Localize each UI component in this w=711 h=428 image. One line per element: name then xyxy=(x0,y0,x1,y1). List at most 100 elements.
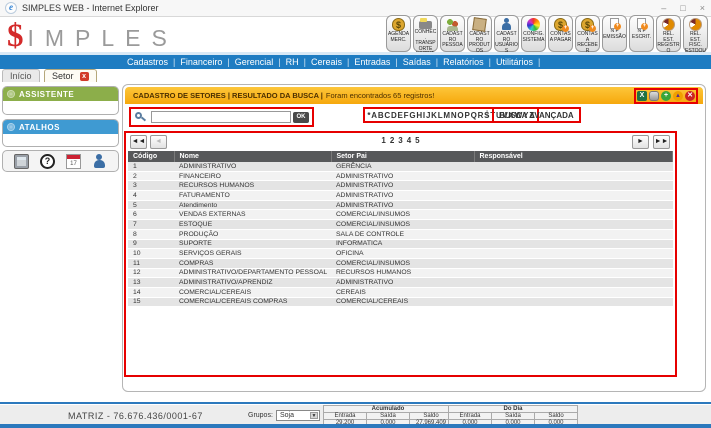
people-icon xyxy=(446,18,459,31)
column-header: Código xyxy=(128,151,174,162)
document-plus-icon: + xyxy=(610,18,619,29)
assistente-header[interactable]: ASSISTENTE xyxy=(3,87,118,101)
printer-icon[interactable] xyxy=(649,91,659,101)
moneybag-plus-icon: $+ xyxy=(554,18,567,31)
add-icon[interactable]: + xyxy=(661,91,671,101)
table-row[interactable]: 9SUPORTEINFORMATICA xyxy=(128,239,673,249)
toolbar-button-10[interactable]: +N F ESCRIT. xyxy=(629,15,654,52)
menu-item-cadastros[interactable]: Cadastros xyxy=(127,57,168,67)
menu-item-relatorios[interactable]: Relatórios xyxy=(443,57,484,67)
cell-setor-pai: RECURSOS HUMANOS xyxy=(331,268,474,278)
cell-responsavel xyxy=(474,258,673,268)
toolbar-button-9[interactable]: +N F EMISSÃO xyxy=(602,15,627,52)
cell-setor-pai: ADMINISTRATIVO xyxy=(331,171,474,181)
close-icon[interactable]: ✕ xyxy=(685,91,695,101)
table-row[interactable]: 15COMERCIAL/CEREAIS COMPRASCOMERCIAL/CER… xyxy=(128,297,673,307)
acum-header: Entrada xyxy=(324,413,367,420)
table-row[interactable]: 10SERVIÇOS GERAISOFICINA xyxy=(128,249,673,259)
toolbar-button-1[interactable]: $AGENDA MERC. xyxy=(386,15,411,52)
status-bar: MATRIZ - 76.676.436/0001-67 Grupos: Soja… xyxy=(0,404,711,425)
table-row[interactable]: 12ADMINISTRATIVO/DEPARTAMENTO PESSOALREC… xyxy=(128,268,673,278)
table-row[interactable]: 14COMERCIAL/CEREAISCEREAIS xyxy=(128,287,673,297)
alphabet-letter[interactable]: G xyxy=(409,111,416,120)
menu-item-entradas[interactable]: Entradas xyxy=(354,57,390,67)
table-row[interactable]: 11COMPRASCOMERCIAL/INSUMOS xyxy=(128,258,673,268)
table-row[interactable]: 3RECURSOS HUMANOSADMINISTRATIVO xyxy=(128,181,673,191)
cell-responsavel xyxy=(474,278,673,288)
statusbar-bottom-border xyxy=(0,424,711,428)
cell-setor-pai: CEREAIS xyxy=(331,287,474,297)
search-ok-button[interactable]: OK xyxy=(293,112,309,123)
toolbar-button-11[interactable]: REL. EST. REGISTRO INVENTÁRIO xyxy=(656,15,681,52)
table-row[interactable]: 5AtendimentoADMINISTRATIVO xyxy=(128,200,673,210)
cell-responsavel xyxy=(474,268,673,278)
minimize-button[interactable]: – xyxy=(661,3,666,13)
pagination-page-4[interactable]: 4 xyxy=(407,136,411,145)
toolbar-button-3[interactable]: CADASTRO PESSOA xyxy=(440,15,465,52)
alphabet-letter[interactable]: Q xyxy=(470,111,477,120)
pagination-page-3[interactable]: 3 xyxy=(398,136,402,145)
grupos-select[interactable]: Soja ▼ xyxy=(276,410,320,421)
pagination-page-5[interactable]: 5 xyxy=(415,136,419,145)
up-icon[interactable]: ▲ xyxy=(673,91,683,101)
help-icon[interactable]: ? xyxy=(40,154,55,169)
search-icon xyxy=(134,111,147,124)
search-input[interactable] xyxy=(151,111,291,123)
pagination-next-button[interactable]: ► xyxy=(632,135,649,149)
plus-badge-icon: + xyxy=(641,23,648,30)
alphabet-letter[interactable]: M xyxy=(443,111,450,120)
toolbar-button-6[interactable]: CONFIG. SISTEMA xyxy=(521,15,546,52)
alphabet-letter[interactable]: O xyxy=(457,111,464,120)
menu-item-utilitarios[interactable]: Utilitários xyxy=(496,57,533,67)
cell-nome: SUPORTE xyxy=(174,239,331,249)
excel-export-icon[interactable]: X xyxy=(637,91,647,101)
close-button[interactable]: × xyxy=(700,3,705,13)
tab-inicio[interactable]: Início xyxy=(2,69,40,82)
menu-item-cereais[interactable]: Cereais xyxy=(311,57,342,67)
assistente-panel: ASSISTENTE xyxy=(2,86,119,115)
table-row[interactable]: 4FATURAMENTOADMINISTRATIVO xyxy=(128,191,673,201)
table-row[interactable]: 6VENDAS EXTERNASCOMERCIAL/INSUMOS xyxy=(128,210,673,220)
atalhos-label: ATALHOS xyxy=(19,123,60,132)
tab-close-icon[interactable]: x xyxy=(80,72,89,81)
cell-responsavel xyxy=(474,181,673,191)
table-row[interactable]: 7ESTOQUECOMERCIAL/INSUMOS xyxy=(128,220,673,230)
cell-setor-pai: GERÊNCIA xyxy=(331,162,474,171)
maximize-button[interactable]: □ xyxy=(680,3,685,13)
main-menu-bar: Cadastros|Financeiro|Gerencial|RH|Cereai… xyxy=(0,55,711,69)
menu-item-saidas[interactable]: Saídas xyxy=(403,57,431,67)
calculator-icon[interactable] xyxy=(14,154,29,169)
cell-codigo: 9 xyxy=(128,239,174,249)
toolbar-button-12[interactable]: REL. EST. FISC. ESTOQUE xyxy=(683,15,708,52)
toolbar-button-2[interactable]: CONHEC. TRANSPORTE ESCRIT. xyxy=(413,15,438,52)
table-row[interactable]: 13ADMINISTRATIVO/APRENDIZADMINISTRATIVO xyxy=(128,278,673,288)
toolbar-button-8[interactable]: $+CONTAS A RECEBER xyxy=(575,15,600,52)
column-header: Setor Pai xyxy=(331,151,474,162)
toolbar-button-4[interactable]: CADASTRO PRODUTOS xyxy=(467,15,492,52)
cell-codigo: 3 xyxy=(128,181,174,191)
box-icon xyxy=(472,17,487,32)
calendar-icon[interactable] xyxy=(66,154,81,169)
pagination-pages: 12345 xyxy=(126,136,675,145)
table-row[interactable]: 8PRODUÇÃOSALA DE CONTROLE xyxy=(128,229,673,239)
menu-item-financeiro[interactable]: Financeiro xyxy=(180,57,222,67)
toolbar-button-7[interactable]: $+CONTAS A PAGAR xyxy=(548,15,573,52)
user-icon[interactable] xyxy=(92,154,107,169)
pagination-last-button[interactable]: ►► xyxy=(653,135,670,149)
table-row[interactable]: 2FINANCEIROADMINISTRATIVO xyxy=(128,171,673,181)
pagination-page-1[interactable]: 1 xyxy=(381,136,385,145)
tab-inicio-label: Início xyxy=(10,71,32,81)
menu-item-rh[interactable]: RH xyxy=(286,57,299,67)
toolbar-button-5[interactable]: CADASTRO USUÁRIOS xyxy=(494,15,519,52)
tab-setor[interactable]: Setor x xyxy=(44,69,97,82)
pagination-page-2[interactable]: 2 xyxy=(390,136,394,145)
cell-responsavel xyxy=(474,229,673,239)
menu-item-gerencial[interactable]: Gerencial xyxy=(235,57,274,67)
cell-setor-pai: SALA DE CONTROLE xyxy=(331,229,474,239)
table-row[interactable]: 1ADMINISTRATIVOGERÊNCIA xyxy=(128,162,673,171)
atalhos-header[interactable]: ATALHOS xyxy=(3,120,118,134)
sidebar-icon-tray: ? xyxy=(2,150,119,172)
cell-setor-pai: ADMINISTRATIVO xyxy=(331,278,474,288)
cell-responsavel xyxy=(474,162,673,171)
advanced-search-button[interactable]: BUSCA AVANÇADA xyxy=(492,107,581,123)
